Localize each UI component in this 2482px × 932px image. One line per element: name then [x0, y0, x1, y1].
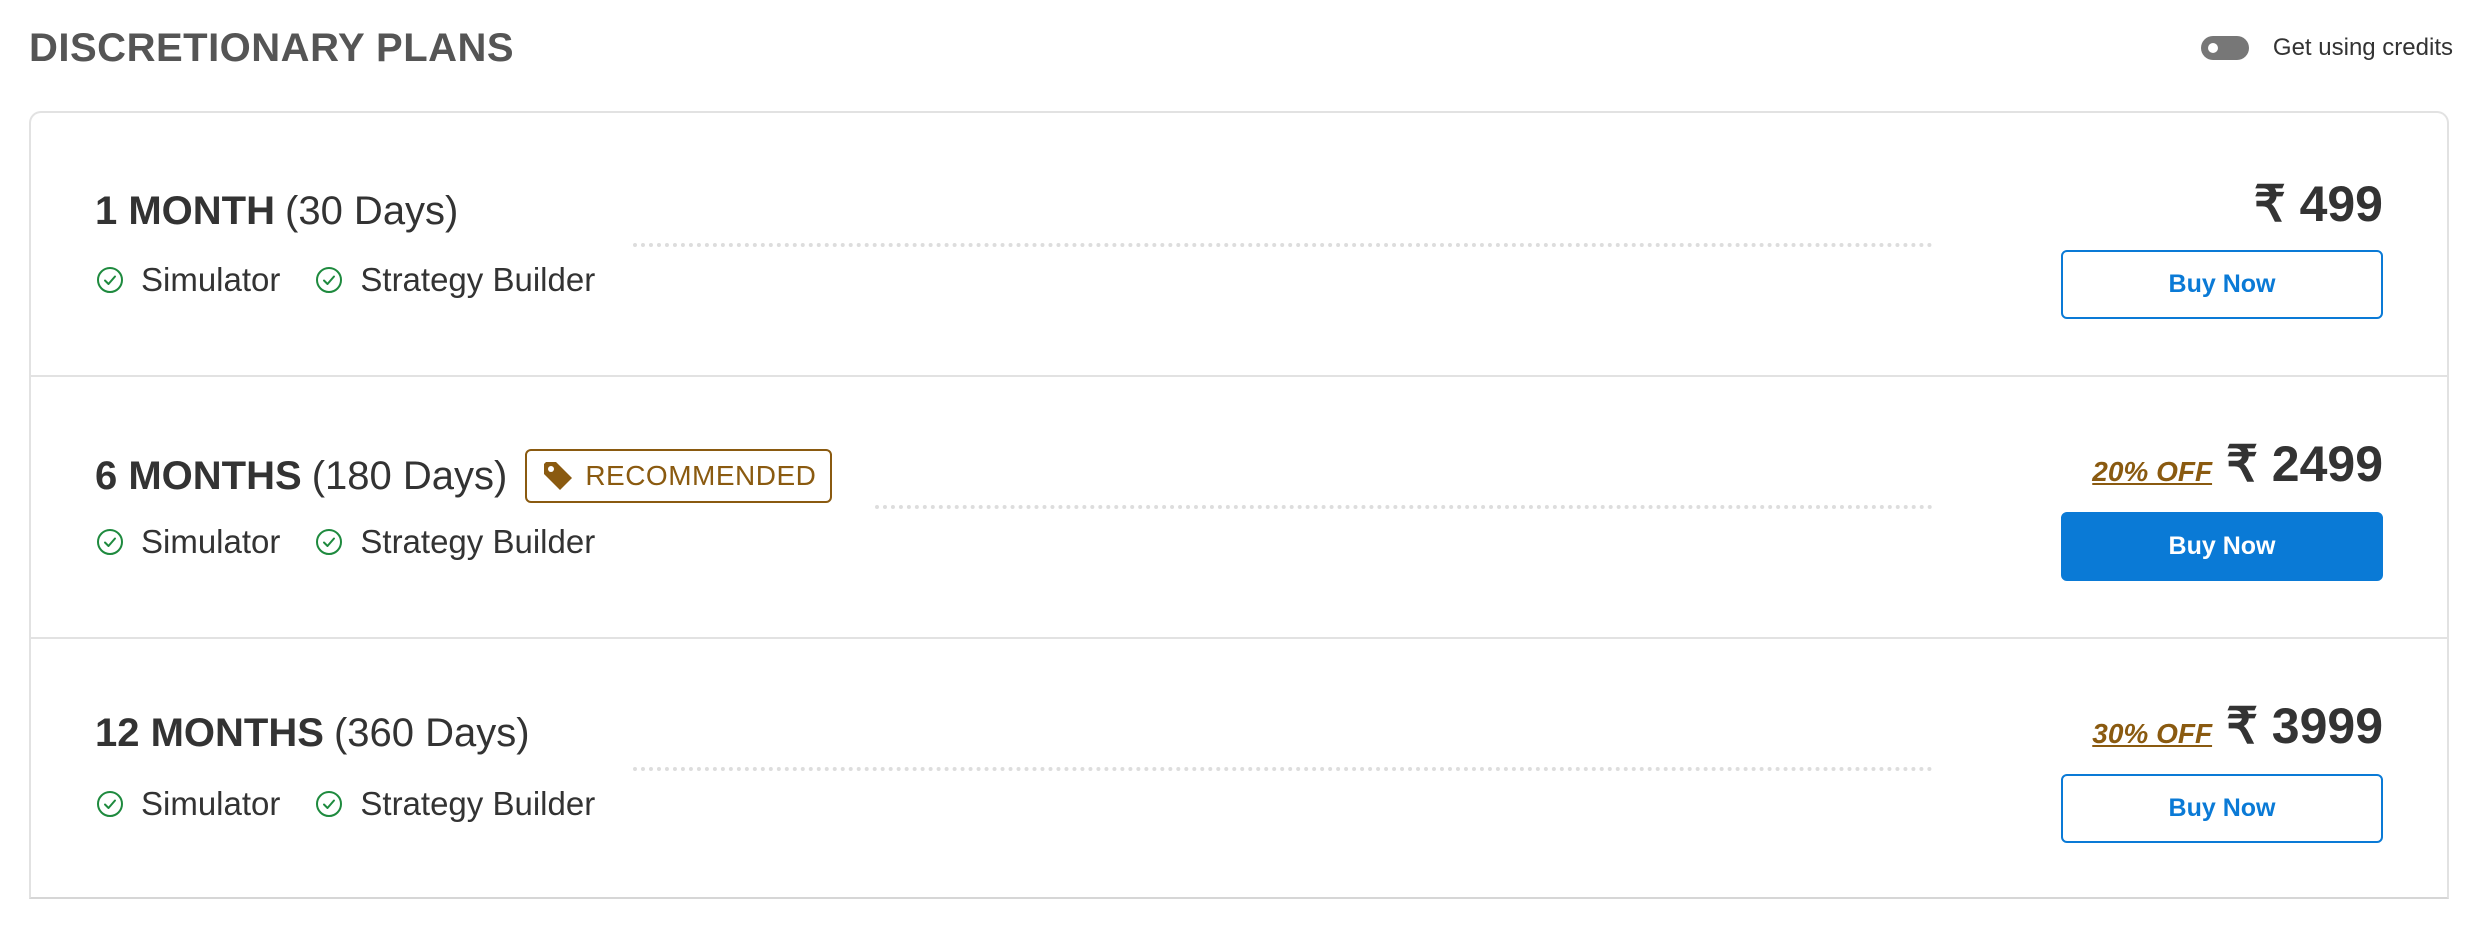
dotted-separator [633, 243, 1933, 247]
feature-simulator: Simulator [95, 261, 280, 299]
feature-simulator: Simulator [95, 785, 280, 823]
price-area: 20% OFF ₹ 2499 [2092, 435, 2383, 493]
check-circle-icon [316, 267, 343, 293]
check-circle-icon [97, 529, 123, 555]
check-circle-icon [97, 791, 123, 817]
buy-now-button-6-months[interactable]: Buy Now [2061, 512, 2383, 581]
feature-label: Simulator [141, 261, 281, 298]
plan-price: ₹ 3999 [2226, 698, 2383, 754]
feature-label: Strategy Builder [360, 261, 596, 298]
feature-label: Strategy Builder [360, 523, 596, 560]
page-title: DISCRETIONARY PLANS [29, 26, 515, 70]
feature-label: Simulator [141, 785, 281, 822]
check-circle-icon [316, 529, 343, 555]
page-header: DISCRETIONARY PLANS Get using credits [29, 22, 2453, 78]
plan-days: (360 Days) [333, 711, 530, 755]
plan-heading: 1 MONTH (30 Days) [95, 189, 458, 234]
buy-now-button-1-month[interactable]: Buy Now [2061, 250, 2383, 319]
feature-simulator: Simulator [95, 523, 280, 561]
price-area: ₹ 499 [2254, 175, 2383, 233]
credits-toggle-group: Get using credits [2200, 34, 2453, 62]
plan-price: ₹ 2499 [2226, 436, 2383, 492]
plan-heading: 12 MONTHS (360 Days) [95, 711, 530, 756]
check-circle-icon [316, 791, 343, 817]
recommended-badge: RECOMMENDED [525, 449, 833, 503]
buy-now-button-12-months[interactable]: Buy Now [2061, 774, 2383, 843]
dotted-separator [875, 505, 1933, 509]
plan-days: (180 Days) [311, 453, 508, 498]
plan-features: Simulator Strategy Builder [95, 785, 629, 823]
tag-icon [544, 462, 573, 490]
price-area: 30% OFF ₹ 3999 [2092, 697, 2383, 755]
feature-strategy-builder: Strategy Builder [314, 523, 595, 561]
dotted-separator [633, 767, 1933, 771]
feature-strategy-builder: Strategy Builder [314, 785, 595, 823]
plans-card: 1 MONTH (30 Days) Simulator Strategy Bui… [29, 111, 2449, 899]
credits-toggle[interactable] [2200, 36, 2249, 60]
credits-toggle-label: Get using credits [2272, 34, 2453, 61]
plan-duration: 1 MONTH [95, 189, 275, 233]
plan-row-12-months: 12 MONTHS (360 Days) Simulator Strategy … [31, 637, 2447, 899]
plan-features: Simulator Strategy Builder [95, 523, 629, 561]
discount-label: 20% OFF [2092, 456, 2213, 487]
plan-days: (30 Days) [285, 189, 459, 233]
plan-row-1-month: 1 MONTH (30 Days) Simulator Strategy Bui… [31, 113, 2447, 375]
feature-strategy-builder: Strategy Builder [314, 261, 595, 299]
recommended-badge-label: RECOMMENDED [585, 460, 817, 491]
check-circle-icon [97, 267, 123, 293]
feature-label: Simulator [141, 523, 281, 560]
plan-heading: 6 MONTHS (180 Days) RECOMMENDED [95, 449, 833, 503]
plan-duration: 6 MONTHS [95, 453, 302, 498]
toggle-knob [2207, 43, 2218, 53]
plan-duration: 12 MONTHS [95, 711, 324, 755]
plan-price: ₹ 499 [2253, 176, 2383, 232]
discount-label: 30% OFF [2092, 718, 2213, 749]
plan-features: Simulator Strategy Builder [95, 261, 629, 299]
feature-label: Strategy Builder [360, 785, 596, 822]
plan-row-6-months: 6 MONTHS (180 Days) RECOMMENDED Simulato… [31, 375, 2447, 637]
